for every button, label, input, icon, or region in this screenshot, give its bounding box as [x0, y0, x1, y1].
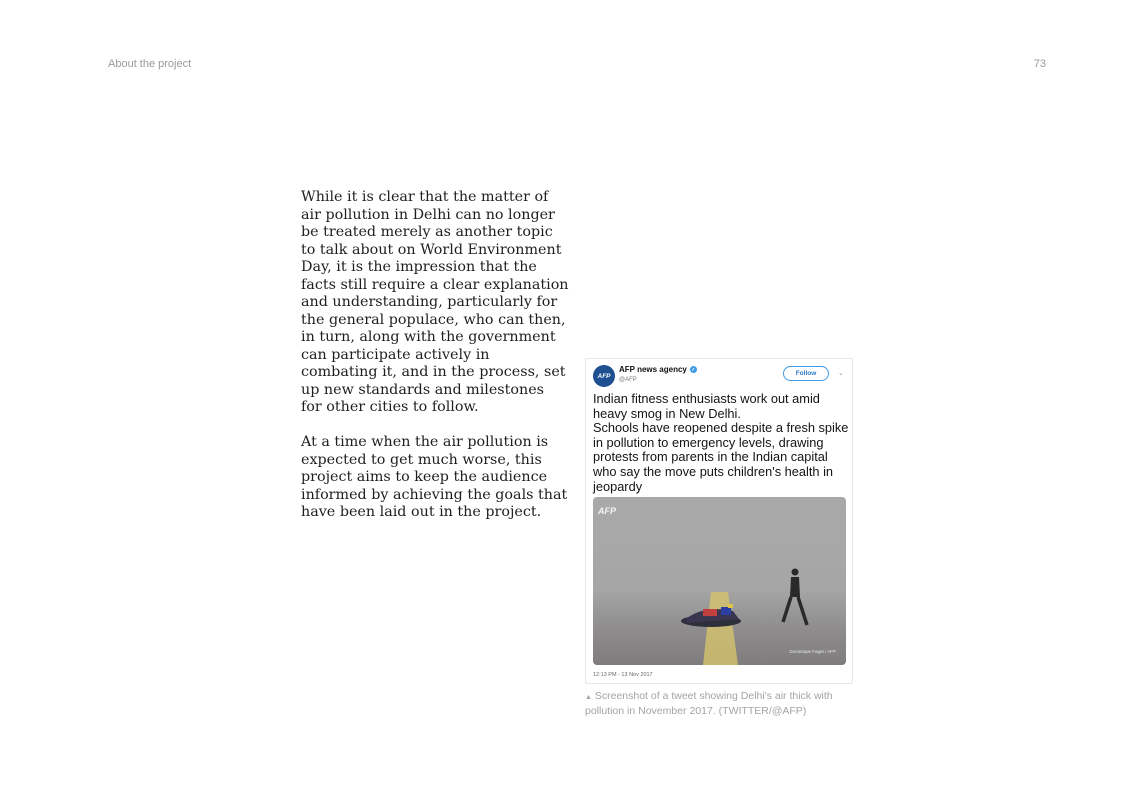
- tweet-text: Indian fitness enthusiasts work out amid…: [593, 391, 849, 494]
- smog-photo: AFP Dominique Faget / AFP: [593, 497, 846, 665]
- smog-scene: [681, 568, 809, 665]
- account-name-text: AFP news agency: [619, 365, 687, 374]
- photo-credit: Dominique Faget / AFP: [789, 649, 836, 654]
- verified-check-icon: ✓: [689, 366, 697, 373]
- running-head: About the project: [108, 58, 192, 70]
- account-name: AFP news agency ✓: [619, 365, 697, 374]
- avatar: AFP: [593, 365, 615, 387]
- chevron-down-icon: ⌄: [838, 370, 844, 377]
- follow-button: Follow: [783, 366, 829, 381]
- figure-caption: ▲ Screenshot of a tweet showing Delhi's …: [585, 690, 835, 718]
- body-text: While it is clear that the matter of air…: [301, 189, 569, 539]
- afp-photo-logo: AFP: [598, 506, 616, 516]
- paragraph: While it is clear that the matter of air…: [301, 189, 569, 415]
- page-number: 73: [1033, 58, 1046, 70]
- paragraph: At a time when the air pollution is expe…: [301, 434, 568, 520]
- caption-triangle-icon: ▲: [585, 694, 592, 701]
- caption-text: Screenshot of a tweet showing Delhi's ai…: [585, 690, 833, 717]
- tweet-screenshot: AFP AFP news agency ✓ @AFP Follow ⌄ Indi…: [585, 358, 853, 684]
- account-handle: @AFP: [619, 377, 637, 383]
- tweet-timestamp: 12:13 PM - 13 Nov 2017: [593, 672, 653, 678]
